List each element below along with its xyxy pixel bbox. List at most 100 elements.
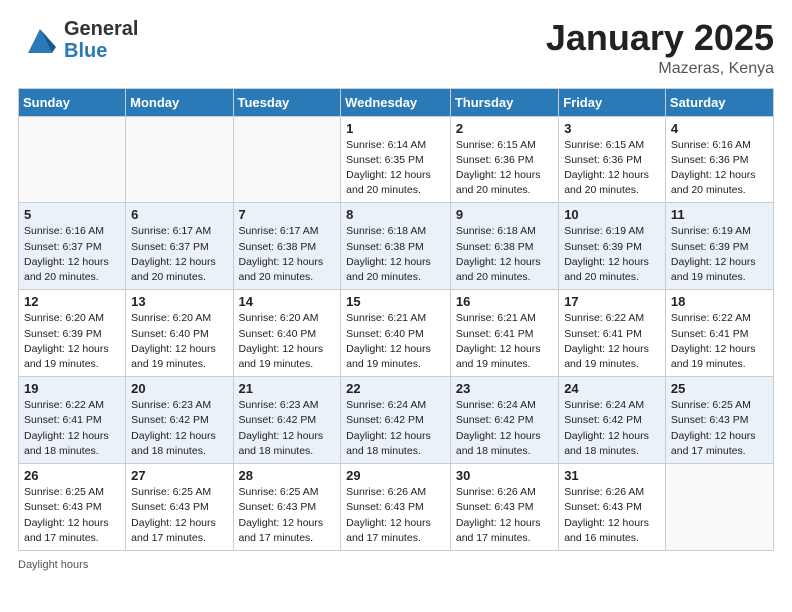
day-info: Sunrise: 6:21 AMSunset: 6:41 PMDaylight:… bbox=[456, 311, 553, 372]
info-line: Sunset: 6:36 PM bbox=[564, 154, 642, 166]
info-line: Sunrise: 6:25 AM bbox=[671, 399, 751, 411]
info-line: Sunset: 6:41 PM bbox=[564, 328, 642, 340]
info-line: Sunrise: 6:21 AM bbox=[346, 312, 426, 324]
day-number: 13 bbox=[131, 294, 227, 309]
day-number: 28 bbox=[239, 468, 336, 483]
info-line: Daylight: 12 hours and 17 minutes. bbox=[671, 430, 756, 457]
table-row: 12Sunrise: 6:20 AMSunset: 6:39 PMDayligh… bbox=[19, 290, 126, 377]
table-row bbox=[665, 464, 773, 551]
table-row: 5Sunrise: 6:16 AMSunset: 6:37 PMDaylight… bbox=[19, 203, 126, 290]
footer: Daylight hours bbox=[18, 559, 774, 571]
day-info: Sunrise: 6:18 AMSunset: 6:38 PMDaylight:… bbox=[456, 224, 553, 285]
info-line: Sunset: 6:36 PM bbox=[456, 154, 534, 166]
table-row: 29Sunrise: 6:26 AMSunset: 6:43 PMDayligh… bbox=[341, 464, 451, 551]
info-line: Daylight: 12 hours and 20 minutes. bbox=[24, 256, 109, 283]
month-title: January 2025 bbox=[546, 18, 774, 58]
info-line: Sunrise: 6:25 AM bbox=[239, 486, 319, 498]
info-line: Sunset: 6:40 PM bbox=[239, 328, 317, 340]
info-line: Daylight: 12 hours and 18 minutes. bbox=[24, 430, 109, 457]
info-line: Sunset: 6:35 PM bbox=[346, 154, 424, 166]
info-line: Sunset: 6:41 PM bbox=[671, 328, 749, 340]
day-number: 21 bbox=[239, 381, 336, 396]
info-line: Sunrise: 6:19 AM bbox=[564, 225, 644, 237]
day-info: Sunrise: 6:24 AMSunset: 6:42 PMDaylight:… bbox=[346, 398, 445, 459]
table-row: 15Sunrise: 6:21 AMSunset: 6:40 PMDayligh… bbox=[341, 290, 451, 377]
info-line: Sunset: 6:43 PM bbox=[131, 501, 209, 513]
day-info: Sunrise: 6:20 AMSunset: 6:40 PMDaylight:… bbox=[239, 311, 336, 372]
day-number: 30 bbox=[456, 468, 553, 483]
info-line: Sunrise: 6:22 AM bbox=[671, 312, 751, 324]
info-line: Sunrise: 6:16 AM bbox=[671, 139, 751, 151]
day-number: 23 bbox=[456, 381, 553, 396]
info-line: Daylight: 12 hours and 17 minutes. bbox=[239, 517, 324, 544]
day-info: Sunrise: 6:16 AMSunset: 6:36 PMDaylight:… bbox=[671, 138, 768, 199]
day-number: 24 bbox=[564, 381, 660, 396]
col-header-sunday: Sunday bbox=[19, 88, 126, 116]
calendar-table: SundayMondayTuesdayWednesdayThursdayFrid… bbox=[18, 88, 774, 551]
day-info: Sunrise: 6:26 AMSunset: 6:43 PMDaylight:… bbox=[564, 485, 660, 546]
table-row: 1Sunrise: 6:14 AMSunset: 6:35 PMDaylight… bbox=[341, 116, 451, 203]
day-info: Sunrise: 6:23 AMSunset: 6:42 PMDaylight:… bbox=[239, 398, 336, 459]
day-info: Sunrise: 6:17 AMSunset: 6:38 PMDaylight:… bbox=[239, 224, 336, 285]
info-line: Sunrise: 6:22 AM bbox=[564, 312, 644, 324]
info-line: Sunrise: 6:14 AM bbox=[346, 139, 426, 151]
logo-blue: Blue bbox=[64, 40, 107, 62]
table-row bbox=[19, 116, 126, 203]
day-number: 16 bbox=[456, 294, 553, 309]
info-line: Daylight: 12 hours and 18 minutes. bbox=[456, 430, 541, 457]
info-line: Daylight: 12 hours and 20 minutes. bbox=[346, 256, 431, 283]
day-info: Sunrise: 6:21 AMSunset: 6:40 PMDaylight:… bbox=[346, 311, 445, 372]
table-row: 22Sunrise: 6:24 AMSunset: 6:42 PMDayligh… bbox=[341, 377, 451, 464]
info-line: Sunset: 6:40 PM bbox=[131, 328, 209, 340]
calendar-header-row: SundayMondayTuesdayWednesdayThursdayFrid… bbox=[19, 88, 774, 116]
table-row: 28 Sunrise: 6:25 AMSunset: 6:43 PMDayligh… bbox=[233, 464, 341, 551]
table-row: 3Sunrise: 6:15 AMSunset: 6:36 PMDaylight… bbox=[559, 116, 666, 203]
day-number: 3 bbox=[564, 121, 660, 136]
day-info: Sunrise: 6:22 AMSunset: 6:41 PMDaylight:… bbox=[564, 311, 660, 372]
info-line: Sunset: 6:42 PM bbox=[564, 414, 642, 426]
logo-icon bbox=[18, 19, 60, 61]
day-info: Sunrise: 6:25 AMSunset: 6:43 PMDaylight:… bbox=[239, 485, 336, 546]
info-line: Sunrise: 6:24 AM bbox=[346, 399, 426, 411]
info-line: Sunrise: 6:26 AM bbox=[564, 486, 644, 498]
table-row: 30Sunrise: 6:26 AMSunset: 6:43 PMDayligh… bbox=[450, 464, 558, 551]
info-line: Sunset: 6:43 PM bbox=[346, 501, 424, 513]
day-number: 11 bbox=[671, 207, 768, 222]
table-row: 24Sunrise: 6:24 AMSunset: 6:42 PMDayligh… bbox=[559, 377, 666, 464]
day-number: 4 bbox=[671, 121, 768, 136]
day-info: Sunrise: 6:24 AMSunset: 6:42 PMDaylight:… bbox=[456, 398, 553, 459]
table-row: 26Sunrise: 6:25 AMSunset: 6:43 PMDayligh… bbox=[19, 464, 126, 551]
day-info: Sunrise: 6:15 AMSunset: 6:36 PMDaylight:… bbox=[456, 138, 553, 199]
info-line: Daylight: 12 hours and 17 minutes. bbox=[456, 517, 541, 544]
calendar-week-row: 12Sunrise: 6:20 AMSunset: 6:39 PMDayligh… bbox=[19, 290, 774, 377]
day-number: 20 bbox=[131, 381, 227, 396]
info-line: Sunset: 6:41 PM bbox=[24, 414, 102, 426]
day-number: 27 bbox=[131, 468, 227, 483]
info-line: Sunset: 6:37 PM bbox=[131, 241, 209, 253]
table-row: 21 Sunrise: 6:23 AMSunset: 6:42 PMDayligh… bbox=[233, 377, 341, 464]
info-line: Sunrise: 6:17 AM bbox=[131, 225, 211, 237]
info-line: Daylight: 12 hours and 18 minutes. bbox=[346, 430, 431, 457]
day-number: 9 bbox=[456, 207, 553, 222]
info-line: Daylight: 12 hours and 20 minutes. bbox=[564, 169, 649, 196]
table-row: 17Sunrise: 6:22 AMSunset: 6:41 PMDayligh… bbox=[559, 290, 666, 377]
info-line: Sunset: 6:43 PM bbox=[564, 501, 642, 513]
info-line: Daylight: 12 hours and 18 minutes. bbox=[131, 430, 216, 457]
day-info: Sunrise: 6:16 AMSunset: 6:37 PMDaylight:… bbox=[24, 224, 120, 285]
col-header-monday: Monday bbox=[126, 88, 233, 116]
info-line: Sunset: 6:43 PM bbox=[456, 501, 534, 513]
day-info: Sunrise: 6:17 AMSunset: 6:37 PMDaylight:… bbox=[131, 224, 227, 285]
info-line: Daylight: 12 hours and 20 minutes. bbox=[456, 256, 541, 283]
day-number: 25 bbox=[671, 381, 768, 396]
info-line: Daylight: 12 hours and 19 minutes. bbox=[671, 256, 756, 283]
day-info: Sunrise: 6:26 AMSunset: 6:43 PMDaylight:… bbox=[346, 485, 445, 546]
table-row: 25Sunrise: 6:25 AMSunset: 6:43 PMDayligh… bbox=[665, 377, 773, 464]
col-header-wednesday: Wednesday bbox=[341, 88, 451, 116]
info-line: Sunrise: 6:16 AM bbox=[24, 225, 104, 237]
location: Mazeras, Kenya bbox=[546, 60, 774, 78]
info-line: Daylight: 12 hours and 19 minutes. bbox=[456, 343, 541, 370]
calendar-week-row: 26Sunrise: 6:25 AMSunset: 6:43 PMDayligh… bbox=[19, 464, 774, 551]
table-row: 27Sunrise: 6:25 AMSunset: 6:43 PMDayligh… bbox=[126, 464, 233, 551]
info-line: Sunrise: 6:25 AM bbox=[24, 486, 104, 498]
day-info: Sunrise: 6:19 AMSunset: 6:39 PMDaylight:… bbox=[671, 224, 768, 285]
